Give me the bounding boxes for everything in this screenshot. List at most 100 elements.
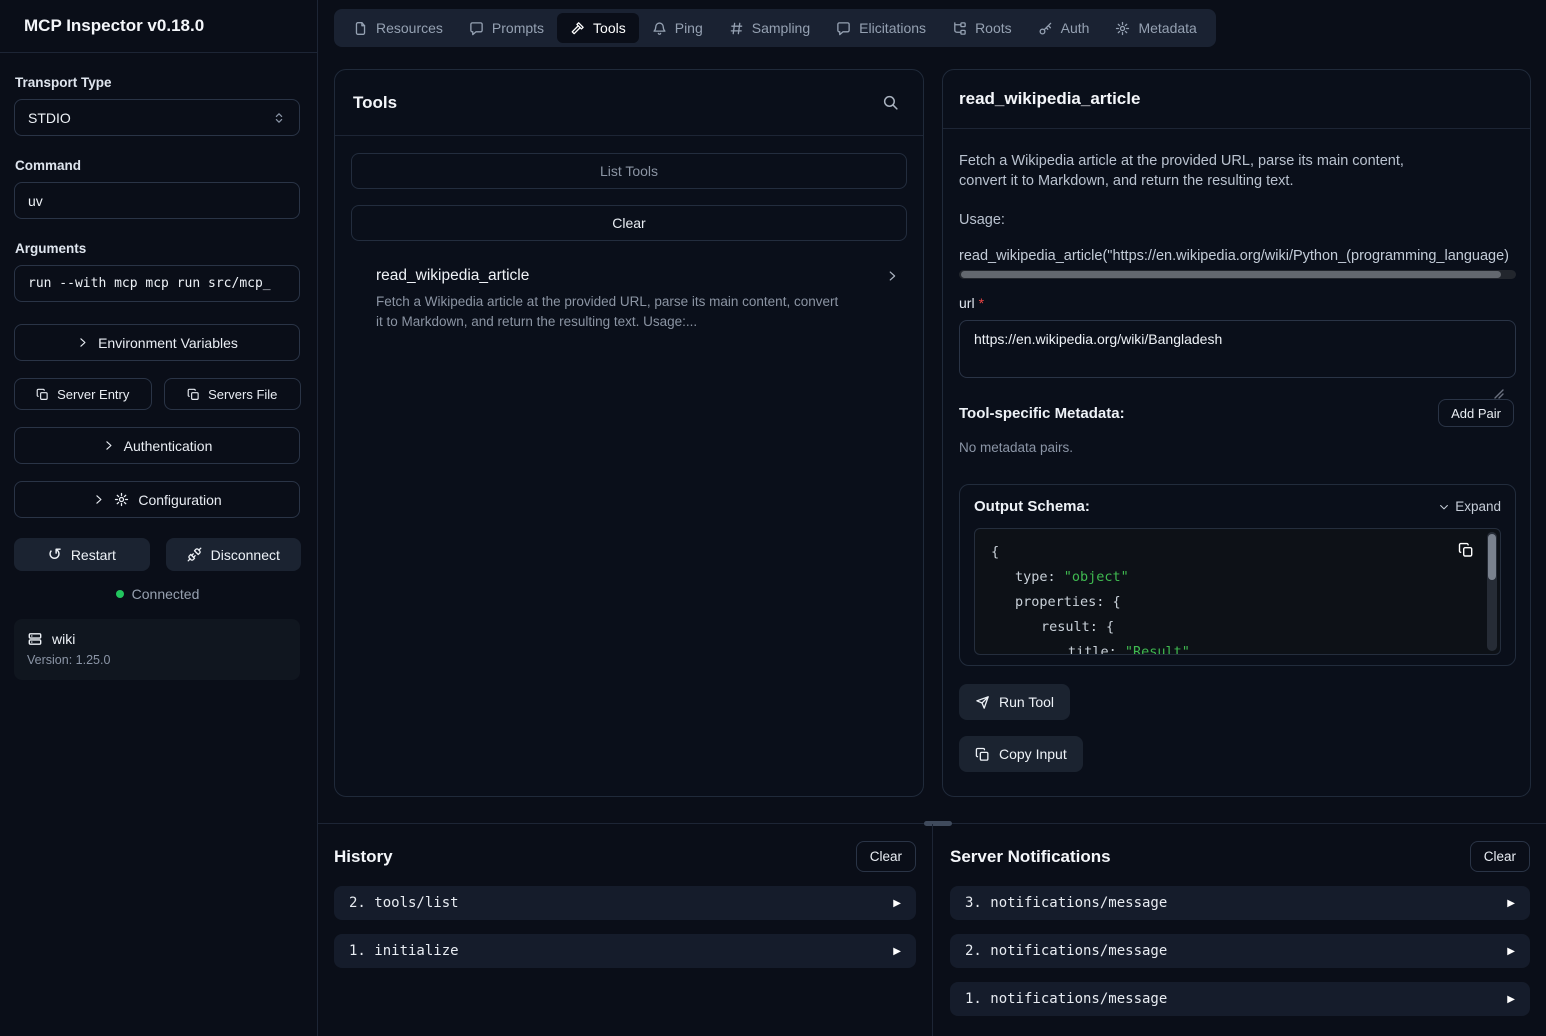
environment-variables-button[interactable]: Environment Variables — [14, 324, 300, 361]
connected-text: Connected — [132, 586, 200, 602]
notification-item[interactable]: 3. notifications/message ▶ — [950, 886, 1530, 920]
server-name: wiki — [52, 631, 75, 647]
list-tools-button[interactable]: List Tools — [351, 153, 907, 189]
sidebar-header: MCP Inspector v0.18.0 — [0, 0, 317, 53]
tab-label: Tools — [593, 20, 626, 36]
file-icon — [353, 21, 368, 36]
command-input[interactable] — [14, 182, 300, 219]
usage-label: Usage: — [959, 212, 1514, 228]
url-input[interactable]: https://en.wikipedia.org/wiki/Bangladesh — [959, 320, 1516, 378]
tab-sampling[interactable]: Sampling — [716, 13, 823, 43]
usage-horizontal-scrollbar[interactable] — [959, 270, 1516, 279]
tab-resources[interactable]: Resources — [340, 13, 456, 43]
play-icon: ▶ — [893, 946, 901, 957]
server-entry-label: Server Entry — [57, 387, 129, 402]
panel-resize-handle[interactable] — [924, 821, 952, 826]
tab-prompts[interactable]: Prompts — [456, 13, 557, 43]
vertical-divider — [932, 824, 933, 1036]
play-icon: ▶ — [893, 898, 901, 909]
history-clear-button[interactable]: Clear — [856, 841, 916, 872]
message-square-icon — [836, 21, 851, 36]
restart-label: Restart — [71, 547, 116, 563]
restart-icon: ↺ — [48, 546, 62, 563]
servers-file-button[interactable]: Servers File — [164, 378, 302, 410]
url-field-label: url — [959, 295, 975, 311]
tab-label: Ping — [675, 20, 703, 36]
notifications-clear-button[interactable]: Clear — [1470, 841, 1530, 872]
add-pair-button[interactable]: Add Pair — [1438, 399, 1514, 427]
chevron-right-icon — [885, 269, 899, 283]
output-schema-label: Output Schema: — [974, 498, 1090, 515]
server-icon — [27, 631, 43, 647]
arguments-input[interactable] — [14, 265, 300, 302]
configuration-button[interactable]: Configuration — [14, 481, 300, 518]
notification-item[interactable]: 1. notifications/message ▶ — [950, 982, 1530, 1016]
search-icon[interactable] — [882, 94, 899, 111]
bell-icon — [652, 21, 667, 36]
schema-code-block: { type: "object" properties: { result: {… — [974, 528, 1501, 655]
chevron-right-icon — [102, 439, 115, 452]
schema-vertical-scrollbar[interactable] — [1487, 532, 1497, 651]
restart-button[interactable]: ↺ Restart — [14, 538, 150, 571]
tool-detail-panel: read_wikipedia_article Fetch a Wikipedia… — [942, 69, 1531, 797]
arguments-label: Arguments — [15, 241, 301, 256]
top-navigation: Resources Prompts Tools Ping Sampling El… — [334, 9, 1216, 47]
transport-type-select[interactable]: STDIO — [14, 99, 300, 136]
select-updown-icon — [272, 111, 286, 125]
scrollbar-thumb[interactable] — [961, 271, 1501, 278]
tab-label: Auth — [1061, 20, 1090, 36]
tab-auth[interactable]: Auth — [1025, 13, 1103, 43]
tool-description: Fetch a Wikipedia article at the provide… — [376, 292, 844, 332]
copy-schema-icon[interactable] — [1458, 542, 1474, 558]
expand-label: Expand — [1455, 499, 1501, 514]
clear-tools-button[interactable]: Clear — [351, 205, 907, 241]
tools-panel-title: Tools — [353, 93, 397, 113]
tab-label: Roots — [975, 20, 1012, 36]
tab-metadata[interactable]: Metadata — [1102, 13, 1209, 43]
tab-roots[interactable]: Roots — [939, 13, 1025, 43]
code-line: { — [991, 540, 1500, 565]
message-square-icon — [469, 21, 484, 36]
server-info-card: wiki Version: 1.25.0 — [14, 619, 300, 680]
history-item[interactable]: 1. initialize ▶ — [334, 934, 916, 968]
required-asterisk: * — [979, 295, 984, 311]
play-icon: ▶ — [1507, 946, 1515, 957]
tool-detail-description: Fetch a Wikipedia article at the provide… — [959, 151, 1417, 191]
output-schema-section: Output Schema: Expand { type: "object" p… — [959, 484, 1516, 666]
authentication-label: Authentication — [124, 438, 213, 454]
notification-item[interactable]: 2. notifications/message ▶ — [950, 934, 1530, 968]
gear-icon — [114, 492, 129, 507]
copy-icon — [36, 388, 49, 401]
history-item[interactable]: 2. tools/list ▶ — [334, 886, 916, 920]
tab-label: Metadata — [1138, 20, 1196, 36]
run-tool-label: Run Tool — [999, 694, 1054, 710]
disconnect-button[interactable]: Disconnect — [166, 538, 302, 571]
tool-name: read_wikipedia_article — [376, 267, 529, 285]
command-label: Command — [15, 158, 301, 173]
tab-ping[interactable]: Ping — [639, 13, 716, 43]
play-icon: ▶ — [1507, 994, 1515, 1005]
chevron-right-icon — [92, 493, 105, 506]
tab-label: Resources — [376, 20, 443, 36]
copy-icon — [187, 388, 200, 401]
code-line: properties: { — [991, 590, 1500, 615]
scrollbar-thumb[interactable] — [1488, 534, 1496, 580]
app-title: MCP Inspector v0.18.0 — [24, 16, 204, 36]
servers-file-label: Servers File — [208, 387, 277, 402]
expand-toggle[interactable]: Expand — [1438, 499, 1501, 514]
hammer-icon — [570, 21, 585, 36]
usage-code: read_wikipedia_article("https://en.wikip… — [959, 248, 1516, 264]
run-tool-button[interactable]: Run Tool — [959, 684, 1070, 720]
sidebar: MCP Inspector v0.18.0 Transport Type STD… — [0, 0, 318, 1036]
tab-elicitations[interactable]: Elicitations — [823, 13, 939, 43]
server-entry-button[interactable]: Server Entry — [14, 378, 152, 410]
tab-tools[interactable]: Tools — [557, 13, 639, 43]
code-line: type: "object" — [991, 565, 1500, 590]
code-line: result: { — [991, 615, 1500, 640]
key-icon — [1038, 21, 1053, 36]
tool-list-item[interactable]: read_wikipedia_article Fetch a Wikipedia… — [351, 257, 907, 342]
tool-detail-title: read_wikipedia_article — [959, 89, 1140, 109]
copy-input-button[interactable]: Copy Input — [959, 736, 1083, 772]
authentication-button[interactable]: Authentication — [14, 427, 300, 464]
code-line: title: "Result" — [991, 640, 1500, 655]
